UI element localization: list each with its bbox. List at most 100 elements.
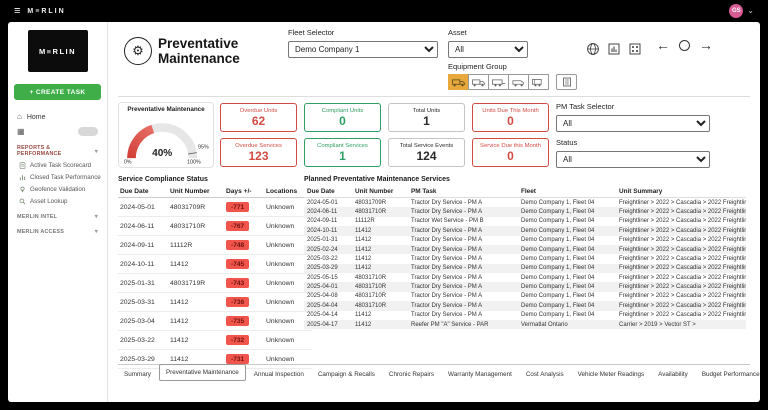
column-header[interactable]: Unit Number (352, 186, 408, 198)
days-badge: -732 (226, 335, 249, 345)
tab-annual-inspection[interactable]: Annual Inspection (248, 368, 310, 381)
grid-icon: ▦ (17, 128, 25, 136)
export-icon[interactable] (628, 42, 642, 56)
sidebar-item-closed-task-performance[interactable]: Closed Task Performance (8, 171, 107, 183)
table-row[interactable]: 2025-02-24 11412 Tractor Dry Service - P… (304, 245, 746, 254)
sidebar-item-home[interactable]: ⌂ Home (8, 110, 107, 124)
cell-due-date: 2025-03-04 (118, 312, 168, 331)
table-row[interactable]: 2024-06-11 48031710R Tractor Dry Service… (304, 207, 746, 216)
compliance-gauge-card: Preventative Maintenance 40% 95% 0% 100% (118, 102, 214, 168)
cell-pm-task: Tractor Dry Service - PM A (408, 273, 518, 282)
table-row[interactable]: 2025-01-31 11412 Tractor Dry Service - P… (304, 236, 746, 245)
fleet-selector-label: Fleet Selector (288, 28, 438, 37)
tab-cost-analysis[interactable]: Cost Analysis (520, 368, 570, 381)
table-row[interactable]: 2025-04-04 48031710R Tractor Dry Service… (304, 301, 746, 310)
table-row[interactable]: 2025-03-31 11412 -736 Unknown (118, 293, 312, 312)
section-label: MERLIN ACCESS (17, 229, 64, 235)
next-arrow-icon[interactable]: → (699, 38, 713, 52)
column-header[interactable]: Unit Summary (616, 186, 746, 198)
asset-selector[interactable]: All (448, 41, 528, 58)
sidebar-item-label: Closed Task Performance (30, 174, 101, 181)
sidebar-item-geofence-validation[interactable]: Geofence Validation (8, 183, 107, 195)
table-row[interactable]: 2024-09-11 11112R Tractor Wet Service - … (304, 217, 746, 226)
column-header[interactable]: Days +/- (224, 186, 264, 198)
status-selector[interactable]: All (556, 151, 710, 168)
table-row[interactable]: 2024-10-11 11412 Tractor Dry Service - P… (304, 226, 746, 235)
table-row[interactable]: 2025-03-29 11412 Tractor Dry Service - P… (304, 264, 746, 273)
table-row[interactable]: 2025-01-31 48031719R -743 Unknown (118, 274, 312, 293)
cell-unit-summary: Freightliner > 2022 > Cascadia > 2022 Fr… (616, 292, 746, 301)
cell-fleet: Vermatlat Ontario (518, 320, 616, 329)
prev-arrow-icon[interactable]: ← (656, 38, 670, 52)
tab-chronic-repairs[interactable]: Chronic Repairs (383, 368, 440, 381)
sidebar-item-asset-lookup[interactable]: Asset Lookup (8, 195, 107, 207)
sidebar-section-merlin-intel[interactable]: MERLIN INTEL ▾ (8, 207, 107, 222)
tab-summary[interactable]: Summary (118, 368, 157, 381)
sidebar-section-merlin-access[interactable]: MERLIN ACCESS ▾ (8, 222, 107, 237)
top-bar: ≡ M≡RLIN GS ⌄ (0, 0, 768, 22)
cell-unit-number: 48031709R (168, 198, 224, 217)
tab-preventative-maintenance[interactable]: Preventative Maintenance (159, 364, 246, 381)
asset-field: Asset All (448, 28, 528, 58)
table-row[interactable]: 2024-09-11 11112R -748 Unknown (118, 236, 312, 255)
sidebar-toggle[interactable] (78, 127, 98, 136)
user-menu[interactable]: GS ⌄ (729, 4, 754, 18)
gauge-max: 100% (187, 159, 201, 164)
equipment-type-button-3[interactable] (488, 74, 509, 90)
column-header[interactable]: Due Date (304, 186, 352, 198)
fleet-selector[interactable]: Demo Company 1 (288, 41, 438, 58)
equipment-type-button-2[interactable] (468, 74, 489, 90)
pager: ← → (656, 38, 713, 52)
page-indicator-icon[interactable] (679, 40, 690, 51)
tab-warranty-management[interactable]: Warranty Management (442, 368, 518, 381)
sidebar-section-reports[interactable]: REPORTS & PERFORMANCE ▾ (8, 139, 107, 159)
cell-unit-summary: Freightliner > 2022 > Cascadia > 2022 Fr… (616, 236, 746, 245)
equipment-other-button[interactable] (556, 74, 577, 90)
table-row[interactable]: 2024-10-11 11412 -745 Unknown (118, 255, 312, 274)
cell-unit-number: 11412 (352, 264, 408, 273)
column-header[interactable]: Fleet (518, 186, 616, 198)
table-row[interactable]: 2025-03-22 11412 Tractor Dry Service - P… (304, 254, 746, 263)
table-row[interactable]: 2025-04-14 11412 Tractor Dry Service - P… (304, 311, 746, 320)
column-header[interactable]: Unit Number (168, 186, 224, 198)
map-pin-icon (19, 186, 26, 193)
cell-unit-summary: Freightliner > 2022 > Cascadia > 2022 Fr… (616, 217, 746, 226)
cell-due-date: 2025-01-31 (118, 274, 168, 293)
table-row[interactable]: 2025-03-22 11412 -732 Unknown (118, 331, 312, 350)
equipment-type-button-4[interactable] (508, 74, 529, 90)
tab-campaign-recalls[interactable]: Campaign & Recalls (312, 368, 381, 381)
chart-report-icon[interactable] (607, 42, 621, 56)
globe-icon[interactable] (586, 42, 600, 56)
fleet-selector-field: Fleet Selector Demo Company 1 (288, 28, 438, 58)
table-row[interactable]: 2025-03-04 11412 -735 Unknown (118, 312, 312, 331)
table-row[interactable]: 2024-05-01 48031709R Tractor Dry Service… (304, 198, 746, 208)
cell-unit-number: 48031710R (352, 292, 408, 301)
table-row[interactable]: 2024-05-01 48031709R -771 Unknown (118, 198, 312, 217)
status-selector-field: Status All (556, 138, 710, 168)
sidebar-item-active-task-scorecard[interactable]: Active Task Scorecard (8, 159, 107, 171)
pm-task-selector[interactable]: All (556, 115, 710, 132)
table-row[interactable]: 2025-04-08 48031710R Tractor Dry Service… (304, 292, 746, 301)
cell-due-date: 2024-09-11 (118, 236, 168, 255)
column-header[interactable]: Due Date (118, 186, 168, 198)
cell-fleet: Demo Company 1, Fleet 04 (518, 282, 616, 291)
table-row[interactable]: 2024-06-11 48031710R -767 Unknown (118, 217, 312, 236)
table-row[interactable]: 2025-04-17 11412 Reefer PM "A" Service -… (304, 320, 746, 329)
equipment-type-button-5[interactable] (528, 74, 549, 90)
avatar[interactable]: GS (729, 4, 743, 18)
cell-unit-summary: Freightliner > 2022 > Cascadia > 2022 Fr… (616, 282, 746, 291)
menu-icon[interactable]: ≡ (14, 6, 20, 17)
sidebar-item-dashboard[interactable]: ▦ (8, 124, 107, 139)
cell-unit-summary: Freightliner > 2022 > Cascadia > 2022 Fr… (616, 273, 746, 282)
bar-chart-icon (19, 174, 26, 181)
table-row[interactable]: 2025-04-01 48031710R Tractor Dry Service… (304, 282, 746, 291)
main-content: ⚙ Preventative Maintenance Fleet Selecto… (108, 22, 760, 402)
tab-budget-performance[interactable]: Budget Performance (696, 368, 760, 381)
tab-availability[interactable]: Availability (652, 368, 694, 381)
column-header[interactable]: PM Task (408, 186, 518, 198)
tab-vehicle-meter-readings[interactable]: Vehicle Meter Readings (572, 368, 651, 381)
create-task-button[interactable]: + CREATE TASK (14, 84, 101, 100)
cell-unit-number: 11412 (352, 254, 408, 263)
equipment-type-button-1[interactable] (448, 74, 469, 90)
table-row[interactable]: 2025-05-15 48031710R Tractor Dry Service… (304, 273, 746, 282)
